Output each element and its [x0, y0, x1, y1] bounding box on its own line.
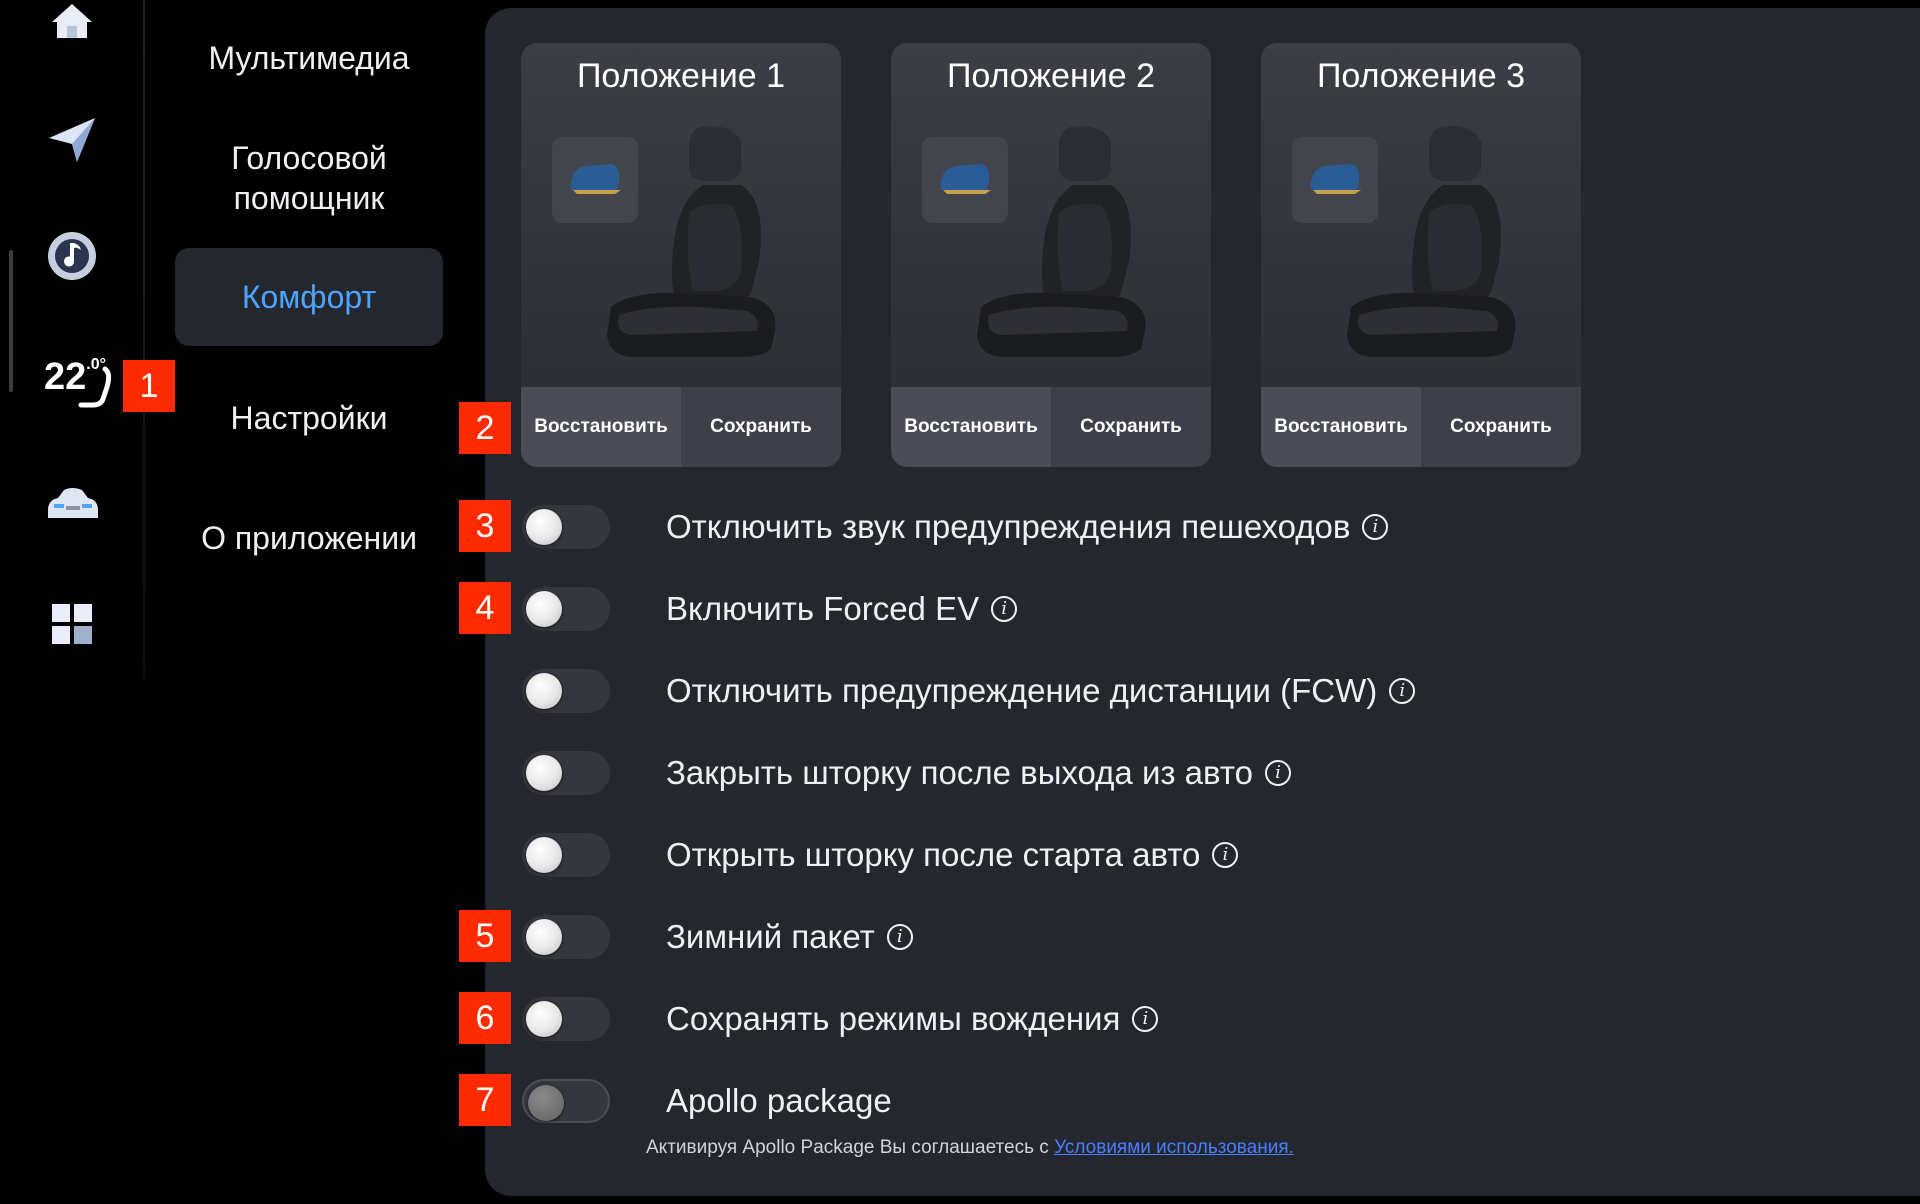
apps-grid-icon[interactable] [44, 596, 100, 652]
navigation-icon[interactable] [44, 112, 100, 168]
restore-button[interactable]: Восстановить [521, 387, 681, 467]
seat-position-card-2: Положение 2 Восстановить Сохранить [891, 43, 1211, 467]
apollo-package-toggle[interactable] [522, 1079, 610, 1123]
forced-ev-toggle[interactable] [522, 587, 610, 631]
toggle-label: Зимний пакет [666, 918, 875, 955]
toggle-row-pedestrian-sound: Отключить звук предупреждения пешеходов i [522, 503, 1389, 551]
info-icon[interactable]: i [1264, 760, 1291, 786]
annotation-badge: 2 [459, 402, 511, 454]
info-icon[interactable]: i [1362, 514, 1389, 540]
save-button[interactable]: Сохранить [1051, 387, 1211, 467]
pedestrian-sound-toggle[interactable] [522, 505, 610, 549]
toggle-label: Отключить звук предупреждения пешеходов [666, 508, 1351, 545]
home-icon[interactable] [44, 0, 100, 50]
info-icon[interactable]: i [886, 924, 913, 950]
annotation-badge: 4 [459, 582, 511, 634]
menu-item-settings[interactable]: Настройки [175, 398, 443, 438]
restore-button[interactable]: Восстановить [891, 387, 1051, 467]
icon-rail: 22.0° [0, 0, 148, 1204]
seat-icon [1331, 121, 1531, 366]
seat-position-card-3: Положение 3 Восстановить Сохранить [1261, 43, 1581, 467]
rail-divider [143, 0, 145, 680]
toggle-label: Закрыть шторку после выхода из авто [666, 754, 1253, 791]
toggle-label: Включить Forced EV [666, 590, 980, 627]
save-button[interactable]: Сохранить [681, 387, 841, 467]
toggle-row-close-shade: Закрыть шторку после выхода из авто i [522, 749, 1291, 797]
seat-position-title: Положение 3 [1316, 57, 1526, 95]
annotation-badge: 5 [459, 910, 511, 962]
fcw-toggle[interactable] [522, 669, 610, 713]
info-icon[interactable]: i [991, 596, 1018, 622]
music-icon[interactable] [44, 228, 100, 284]
save-drive-modes-toggle[interactable] [522, 997, 610, 1041]
winter-package-toggle[interactable] [522, 915, 610, 959]
seat-position-title: Положение 1 [576, 57, 786, 95]
terms-of-use-link[interactable]: Условиями использования. [1054, 1137, 1294, 1158]
annotation-badge: 1 [123, 360, 175, 412]
apollo-terms-note: Активируя Apollo Package Вы соглашаетесь… [646, 1137, 1294, 1159]
seat-heating-icon[interactable] [76, 364, 116, 412]
apollo-terms-text: Активируя Apollo Package Вы соглашаетесь… [646, 1137, 1055, 1158]
toggle-label: Apollo package [666, 1082, 892, 1119]
info-icon[interactable]: i [1389, 678, 1416, 704]
toggle-row-save-drive-modes: Сохранять режимы вождения i [522, 995, 1159, 1043]
annotation-badge: 6 [459, 992, 511, 1044]
menu-item-multimedia[interactable]: Мультимедиа [175, 38, 443, 78]
toggle-row-open-shade: Открыть шторку после старта авто i [522, 831, 1239, 879]
seat-icon [961, 121, 1161, 366]
menu-item-about[interactable]: О приложении [175, 518, 443, 558]
annotation-badge: 7 [459, 1074, 511, 1126]
toggle-row-fcw: Отключить предупреждение дистанции (FCW)… [522, 667, 1416, 715]
seat-position-card-1: Положение 1 Восстановить Сохранить [521, 43, 841, 467]
car-icon[interactable] [44, 476, 100, 532]
restore-button[interactable]: Восстановить [1261, 387, 1421, 467]
menu-item-comfort[interactable]: Комфорт [175, 248, 443, 346]
save-button[interactable]: Сохранить [1421, 387, 1581, 467]
toggle-label: Сохранять режимы вождения [666, 1000, 1121, 1037]
toggle-row-forced-ev: Включить Forced EV i [522, 585, 1018, 633]
annotation-badge: 3 [459, 500, 511, 552]
info-icon[interactable]: i [1132, 1006, 1159, 1032]
info-icon[interactable]: i [1212, 842, 1239, 868]
toggle-row-apollo-package: Apollo package [522, 1077, 892, 1125]
toggle-label: Отключить предупреждение дистанции (FCW) [666, 672, 1378, 709]
seat-position-title: Положение 2 [946, 57, 1156, 95]
seat-icon [591, 121, 791, 366]
toggle-row-winter-package: Зимний пакет i [522, 913, 913, 961]
close-shade-toggle[interactable] [522, 751, 610, 795]
open-shade-toggle[interactable] [522, 833, 610, 877]
rail-scrollbar[interactable] [9, 250, 13, 392]
menu-item-voice-assistant[interactable]: Голосовой помощник [175, 138, 443, 218]
toggle-label: Открыть шторку после старта авто [666, 836, 1201, 873]
